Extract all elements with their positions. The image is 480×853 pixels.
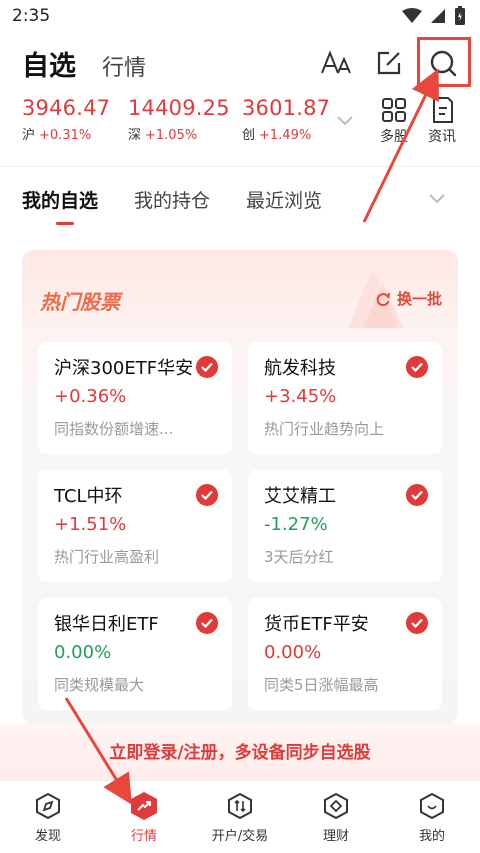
bottom-nav: 发现 行情 开户/交易 理财 我的	[0, 780, 480, 853]
refresh-label: 换一批	[396, 290, 442, 308]
login-banner[interactable]: 立即登录/注册，多设备同步自选股	[0, 724, 480, 780]
check-icon[interactable]	[406, 612, 428, 634]
edit-icon[interactable]	[370, 44, 408, 82]
nav-item-market[interactable]: 行情	[104, 791, 184, 844]
trade-icon	[225, 791, 255, 821]
page-title[interactable]: 自选	[22, 44, 76, 83]
index-item[interactable]: 14409.25 深 +1.05%	[128, 96, 230, 143]
market-tab[interactable]: 行情	[102, 50, 146, 82]
stock-name: 航发科技	[264, 358, 336, 379]
nav-label: 发现	[34, 829, 61, 844]
check-icon[interactable]	[196, 484, 218, 506]
stock-card[interactable]: 航发科技 +3.45% 热门行业趋势向上	[248, 342, 442, 454]
tab-recent[interactable]: 最近浏览	[246, 186, 322, 213]
stock-name: 沪深300ETF华安	[54, 358, 194, 379]
stock-change: 0.00%	[54, 642, 112, 663]
stock-description: 同类规模最大	[54, 676, 145, 694]
hot-stocks-title: 热门股票	[40, 290, 120, 314]
stock-card[interactable]: 艾艾精工 -1.27% 3天后分红	[248, 470, 442, 582]
stock-change: +0.36%	[54, 386, 127, 407]
stock-name: TCL中环	[54, 486, 123, 507]
news-label: 资讯	[428, 129, 456, 145]
nav-label: 理财	[322, 829, 349, 844]
search-highlight-box	[417, 37, 471, 87]
chevron-down-icon[interactable]	[428, 190, 446, 209]
hot-stocks-card: 热门股票 换一批 沪深300ETF华安 +0.36% 同指数份额增速... 航发…	[22, 250, 458, 725]
index-item[interactable]: 3946.47 沪 +0.31%	[22, 96, 110, 143]
index-market: 沪	[22, 128, 36, 143]
check-icon[interactable]	[406, 484, 428, 506]
stock-name: 银华日利ETF	[54, 614, 159, 635]
grid-icon	[382, 98, 406, 122]
stock-card[interactable]: 沪深300ETF华安 +0.36% 同指数份额增速...	[38, 342, 232, 454]
index-value: 14409.25	[128, 96, 230, 120]
nav-item-wealth[interactable]: 理财	[296, 791, 376, 844]
wifi-icon	[402, 8, 422, 23]
stock-change: -1.27%	[264, 514, 328, 535]
wealth-icon	[321, 791, 351, 821]
stock-change: 0.00%	[264, 642, 322, 663]
profile-icon	[417, 791, 447, 821]
news-button[interactable]: 资讯	[422, 96, 462, 146]
index-change: +1.05%	[145, 128, 198, 143]
multi-stock-label: 多股	[380, 129, 408, 145]
stock-card[interactable]: TCL中环 +1.51% 热门行业高盈利	[38, 470, 232, 582]
signal-icon	[431, 9, 445, 23]
nav-item-discover[interactable]: 发现	[8, 791, 88, 844]
compass-icon	[33, 791, 63, 821]
index-item[interactable]: 3601.87 创 +1.49%	[242, 96, 330, 143]
stock-name: 艾艾精工	[264, 486, 336, 507]
stock-card[interactable]: 银华日利ETF 0.00% 同类规模最大	[38, 598, 232, 710]
status-time: 2:35	[12, 6, 51, 26]
font-size-icon[interactable]	[318, 44, 356, 82]
index-market: 创	[242, 128, 256, 143]
multi-stock-button[interactable]: 多股	[374, 96, 414, 146]
nav-label: 我的	[418, 829, 445, 844]
status-bar: 2:35	[0, 0, 480, 32]
watchlist-tabs: 我的自选 我的持仓 最近浏览	[0, 186, 480, 226]
active-tab-indicator	[56, 222, 74, 225]
divider	[0, 166, 480, 167]
tab-my-holdings[interactable]: 我的持仓	[134, 186, 210, 213]
index-value: 3946.47	[22, 96, 111, 120]
index-change: +0.31%	[39, 128, 92, 143]
index-market: 深	[128, 128, 142, 143]
stock-description: 3天后分红	[264, 548, 334, 566]
refresh-icon	[376, 292, 390, 306]
nav-item-me[interactable]: 我的	[392, 791, 472, 844]
market-icon	[129, 791, 159, 821]
news-icon	[433, 97, 453, 123]
stock-card[interactable]: 货币ETF平安 0.00% 同类5日涨幅最高	[248, 598, 442, 710]
tab-my-watchlist[interactable]: 我的自选	[22, 186, 98, 213]
refresh-button[interactable]: 换一批	[375, 288, 442, 309]
nav-label: 行情	[130, 829, 157, 844]
chevron-down-icon[interactable]	[336, 112, 354, 131]
stock-description: 热门行业趋势向上	[264, 420, 385, 438]
status-icons	[402, 6, 466, 26]
check-icon[interactable]	[196, 612, 218, 634]
stock-change: +3.45%	[264, 386, 337, 407]
stock-description: 热门行业高盈利	[54, 548, 160, 566]
stock-description: 同类5日涨幅最高	[264, 676, 379, 694]
nav-label: 开户/交易	[211, 829, 269, 844]
nav-item-trade[interactable]: 开户/交易	[200, 791, 280, 844]
index-bar: 3946.47 沪 +0.31% 14409.25 深 +1.05% 3601.87…	[0, 96, 480, 156]
check-icon[interactable]	[406, 356, 428, 378]
stock-description: 同指数份额增速...	[54, 420, 174, 438]
check-icon[interactable]	[196, 356, 218, 378]
stock-name: 货币ETF平安	[264, 614, 369, 635]
index-change: +1.49%	[259, 128, 312, 143]
header: 自选 行情	[0, 37, 480, 90]
battery-icon	[455, 6, 465, 25]
index-value: 3601.87	[242, 96, 331, 120]
stock-change: +1.51%	[54, 514, 127, 535]
